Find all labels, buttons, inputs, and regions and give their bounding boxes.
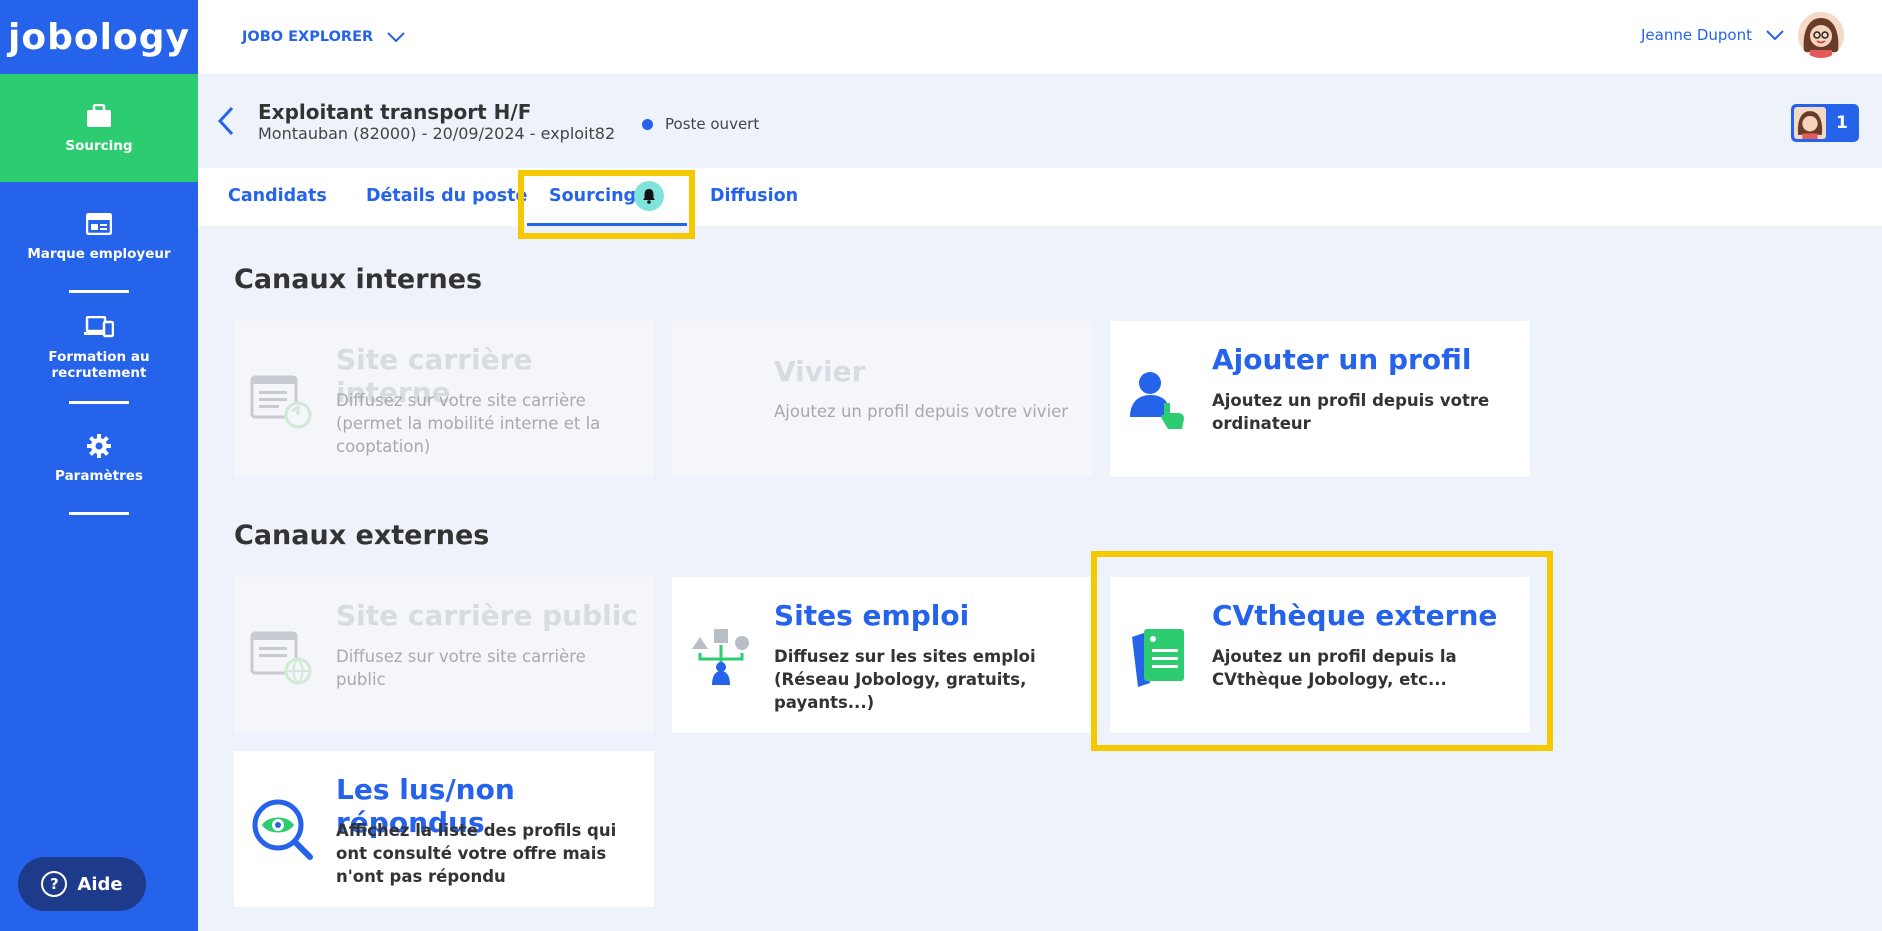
user-menu[interactable]: Jeanne Dupont bbox=[1641, 12, 1844, 58]
team-members-button[interactable]: 1 bbox=[1791, 104, 1859, 142]
devices-icon bbox=[84, 313, 114, 341]
sidebar-item-formation[interactable]: Formation au recrutement bbox=[0, 293, 198, 401]
card-description: Diffusez sur votre site carrière (permet… bbox=[336, 391, 601, 456]
tab-candidats[interactable]: Candidats bbox=[228, 186, 327, 206]
chevron-down-icon bbox=[1766, 30, 1784, 40]
user-name: Jeanne Dupont bbox=[1641, 26, 1752, 44]
divider bbox=[69, 512, 129, 515]
card-title: Site carrière public bbox=[336, 599, 638, 632]
card-description: Diffusez sur les sites emploi (Réseau Jo… bbox=[774, 647, 1036, 712]
card-description: Affichez la liste des profils qui ont co… bbox=[336, 821, 617, 886]
tab-bar: Candidats Détails du poste Sourcing Diff… bbox=[198, 168, 1882, 226]
distribution-shapes-icon bbox=[688, 623, 754, 689]
job-subtitle: Montauban (82000) - 20/09/2024 - exploit… bbox=[258, 124, 616, 143]
team-count: 1 bbox=[1836, 113, 1848, 133]
user-add-icon bbox=[1126, 367, 1192, 433]
card-title: Ajouter un profil bbox=[1212, 343, 1472, 376]
help-icon: ? bbox=[41, 871, 68, 897]
browser-icon bbox=[84, 210, 114, 238]
logo[interactable]: jobology bbox=[0, 0, 198, 74]
card-description: Diffusez sur votre site carrière public bbox=[336, 647, 586, 689]
logo-text: jobology bbox=[8, 16, 190, 58]
card-vivier[interactable]: Vivier Ajoutez un profil depuis votre vi… bbox=[672, 321, 1092, 477]
browser-globe-icon bbox=[250, 623, 316, 689]
jobo-explorer-dropdown[interactable]: JOBO EXPLORER bbox=[242, 29, 405, 45]
sidebar-item-label: Formation au recrutement bbox=[48, 349, 150, 381]
job-header: Exploitant transport H/F Montauban (8200… bbox=[198, 74, 1882, 168]
card-site-carriere-public[interactable]: Site carrière public Diffusez sur votre … bbox=[234, 577, 654, 733]
tab-diffusion[interactable]: Diffusion bbox=[710, 186, 798, 206]
status-label: Poste ouvert bbox=[665, 115, 760, 133]
section-title-internes: Canaux internes bbox=[234, 264, 483, 295]
card-title: Sites emploi bbox=[774, 599, 970, 632]
back-arrow-icon[interactable] bbox=[212, 104, 242, 138]
sidebar: jobology Sourcing Marque employeur Forma… bbox=[0, 0, 198, 931]
sidebar-item-label: Paramètres bbox=[55, 468, 143, 484]
tab-details-du-poste[interactable]: Détails du poste bbox=[366, 186, 527, 206]
gear-icon bbox=[84, 432, 114, 460]
card-description: Ajoutez un profil depuis votre vivier bbox=[774, 402, 1069, 421]
card-ajouter-un-profil[interactable]: Ajouter un profil Ajoutez un profil depu… bbox=[1110, 321, 1530, 477]
explorer-label: JOBO EXPLORER bbox=[242, 29, 374, 45]
card-title: Vivier bbox=[774, 355, 866, 388]
help-button[interactable]: ? Aide bbox=[18, 857, 146, 911]
sidebar-item-sourcing[interactable]: Sourcing bbox=[0, 74, 198, 182]
card-site-carriere-interne[interactable]: Site carrière interne Diffusez sur votre… bbox=[234, 321, 654, 477]
eye-magnifier-icon bbox=[250, 797, 316, 863]
status-dot-icon bbox=[642, 118, 653, 130]
status-badge: Poste ouvert bbox=[642, 115, 759, 133]
card-lus-non-repondus[interactable]: Les lus/non répondus Affichez la liste d… bbox=[234, 751, 654, 907]
card-highlight-box bbox=[1091, 551, 1553, 751]
top-bar: JOBO EXPLORER Jeanne Dupont bbox=[198, 0, 1882, 74]
sidebar-item-marque-employeur[interactable]: Marque employeur bbox=[0, 182, 198, 290]
sidebar-item-label: Marque employeur bbox=[27, 246, 171, 262]
help-label: Aide bbox=[77, 873, 123, 895]
avatar bbox=[1794, 107, 1826, 139]
sidebar-item-label: Sourcing bbox=[65, 138, 133, 154]
section-title-externes: Canaux externes bbox=[234, 520, 490, 551]
briefcase-icon bbox=[84, 102, 114, 130]
sidebar-item-parametres[interactable]: Paramètres bbox=[0, 404, 198, 512]
card-description: Ajoutez un profil depuis votre ordinateu… bbox=[1212, 391, 1490, 433]
avatar[interactable] bbox=[1798, 12, 1844, 58]
job-title: Exploitant transport H/F bbox=[258, 100, 532, 124]
card-sites-emploi[interactable]: Sites emploi Diffusez sur les sites empl… bbox=[672, 577, 1092, 733]
browser-refresh-icon bbox=[250, 367, 316, 433]
chevron-down-icon bbox=[387, 32, 405, 42]
tab-highlight-box bbox=[518, 170, 695, 239]
